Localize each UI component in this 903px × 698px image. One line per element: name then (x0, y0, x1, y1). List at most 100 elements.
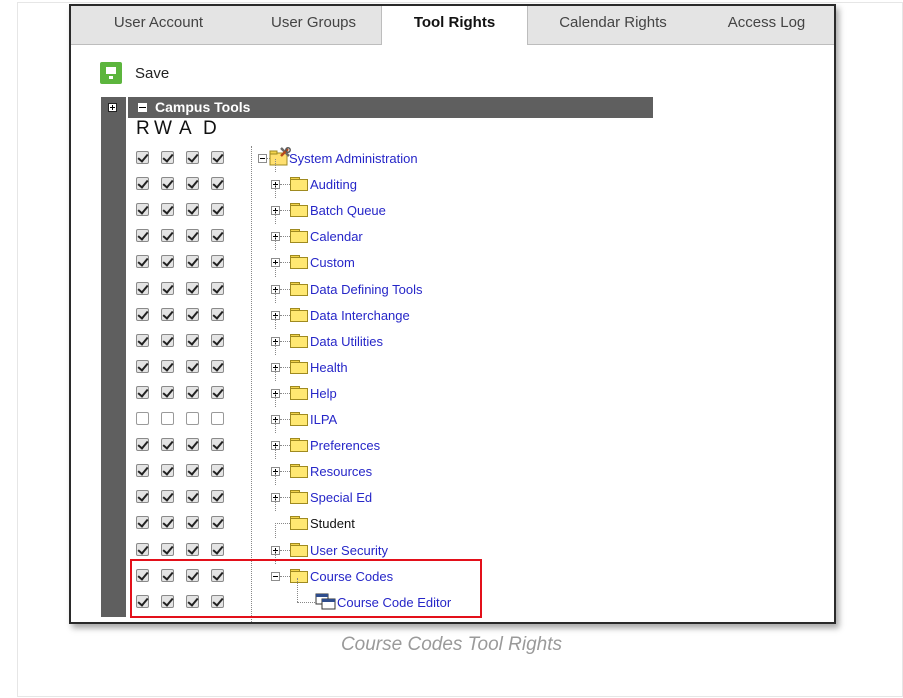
right-checkbox-R[interactable] (136, 543, 149, 556)
right-checkbox-W[interactable] (161, 386, 174, 399)
tree-connector (280, 184, 290, 185)
right-checkbox-D[interactable] (211, 386, 224, 399)
right-checkbox-R[interactable] (136, 464, 149, 477)
expand-all-icon[interactable] (108, 103, 117, 112)
right-checkbox-R[interactable] (136, 438, 149, 451)
right-checkbox-R[interactable] (136, 308, 149, 321)
tree-item-label[interactable]: Special Ed (310, 490, 372, 506)
tree-item-label[interactable]: Data Interchange (310, 308, 410, 324)
right-checkbox-D[interactable] (211, 360, 224, 373)
right-checkbox-A[interactable] (186, 490, 199, 503)
right-checkbox-D[interactable] (211, 308, 224, 321)
right-checkbox-A[interactable] (186, 177, 199, 190)
right-checkbox-D[interactable] (211, 543, 224, 556)
right-checkbox-D[interactable] (211, 203, 224, 216)
tree-item-label[interactable]: Help (310, 386, 337, 402)
folder-icon (290, 543, 308, 557)
right-checkbox-D[interactable] (211, 229, 224, 242)
right-checkbox-R[interactable] (136, 177, 149, 190)
right-checkbox-A[interactable] (186, 334, 199, 347)
tree-item-label[interactable]: Custom (310, 255, 355, 271)
right-checkbox-A[interactable] (186, 229, 199, 242)
right-checkbox-W[interactable] (161, 490, 174, 503)
right-checkbox-A[interactable] (186, 308, 199, 321)
tree-row: ILPA (71, 394, 771, 433)
right-checkbox-D[interactable] (211, 464, 224, 477)
right-checkbox-W[interactable] (161, 203, 174, 216)
tree-row: Resources (71, 446, 771, 485)
right-checkbox-W[interactable] (161, 229, 174, 242)
right-checkbox-W[interactable] (161, 334, 174, 347)
tab-tool-rights[interactable]: Tool Rights (381, 6, 528, 45)
right-checkbox-R[interactable] (136, 516, 149, 529)
right-checkbox-D[interactable] (211, 255, 224, 268)
right-checkbox-W[interactable] (161, 151, 174, 164)
right-checkbox-R[interactable] (136, 412, 149, 425)
tree-connector (280, 445, 290, 446)
right-checkbox-D[interactable] (211, 151, 224, 164)
right-checkbox-R[interactable] (136, 386, 149, 399)
right-checkbox-D[interactable] (211, 438, 224, 451)
right-checkbox-D[interactable] (211, 282, 224, 295)
right-checkbox-D[interactable] (211, 490, 224, 503)
tree-item-label[interactable]: Data Defining Tools (310, 282, 423, 298)
tree-row: Calendar (71, 211, 771, 250)
right-checkbox-W[interactable] (161, 464, 174, 477)
right-checkbox-A[interactable] (186, 464, 199, 477)
right-checkbox-W[interactable] (161, 412, 174, 425)
right-checkbox-R[interactable] (136, 490, 149, 503)
right-checkbox-A[interactable] (186, 255, 199, 268)
right-checkbox-A[interactable] (186, 386, 199, 399)
tree-connector (280, 497, 290, 498)
right-checkbox-W[interactable] (161, 308, 174, 321)
right-checkbox-A[interactable] (186, 203, 199, 216)
right-checkbox-D[interactable] (211, 412, 224, 425)
right-checkbox-W[interactable] (161, 177, 174, 190)
right-checkbox-R[interactable] (136, 229, 149, 242)
right-checkbox-R[interactable] (136, 203, 149, 216)
tree-item-label[interactable]: System Administration (289, 151, 418, 167)
tree-item-label[interactable]: Preferences (310, 438, 380, 454)
folder-icon (290, 516, 308, 530)
folder-icon (290, 490, 308, 504)
tab-user-account[interactable]: User Account (71, 6, 246, 44)
tree-item-label[interactable]: Auditing (310, 177, 357, 193)
tree-item-label[interactable]: Calendar (310, 229, 363, 245)
right-checkbox-A[interactable] (186, 151, 199, 164)
collapse-icon[interactable] (138, 103, 147, 112)
right-checkbox-A[interactable] (186, 438, 199, 451)
right-checkbox-A[interactable] (186, 543, 199, 556)
tree-item-label[interactable]: ILPA (310, 412, 337, 428)
right-checkbox-A[interactable] (186, 360, 199, 373)
tree-item-label[interactable]: Batch Queue (310, 203, 386, 219)
collapse-icon[interactable] (258, 154, 267, 163)
tree-row: Auditing (71, 159, 771, 198)
right-checkbox-R[interactable] (136, 255, 149, 268)
tree-item-label[interactable]: Health (310, 360, 348, 376)
right-checkbox-W[interactable] (161, 516, 174, 529)
right-checkbox-W[interactable] (161, 543, 174, 556)
right-checkbox-W[interactable] (161, 438, 174, 451)
right-checkbox-A[interactable] (186, 282, 199, 295)
right-checkbox-D[interactable] (211, 334, 224, 347)
save-button[interactable]: Save (100, 61, 169, 85)
tab-calendar-rights[interactable]: Calendar Rights (527, 6, 699, 44)
tree-item-label: Student (310, 516, 355, 531)
right-checkbox-W[interactable] (161, 282, 174, 295)
tree-item-label[interactable]: Data Utilities (310, 334, 383, 350)
tree-connector (275, 446, 276, 459)
tab-access-log[interactable]: Access Log (699, 6, 834, 44)
right-checkbox-R[interactable] (136, 360, 149, 373)
tree-item-label[interactable]: User Security (310, 543, 388, 559)
right-checkbox-W[interactable] (161, 255, 174, 268)
tree-item-label[interactable]: Resources (310, 464, 372, 480)
right-checkbox-D[interactable] (211, 177, 224, 190)
right-checkbox-A[interactable] (186, 412, 199, 425)
right-checkbox-R[interactable] (136, 334, 149, 347)
right-checkbox-A[interactable] (186, 516, 199, 529)
right-checkbox-W[interactable] (161, 360, 174, 373)
right-checkbox-R[interactable] (136, 282, 149, 295)
tab-user-groups[interactable]: User Groups (246, 6, 381, 44)
right-checkbox-R[interactable] (136, 151, 149, 164)
right-checkbox-D[interactable] (211, 516, 224, 529)
